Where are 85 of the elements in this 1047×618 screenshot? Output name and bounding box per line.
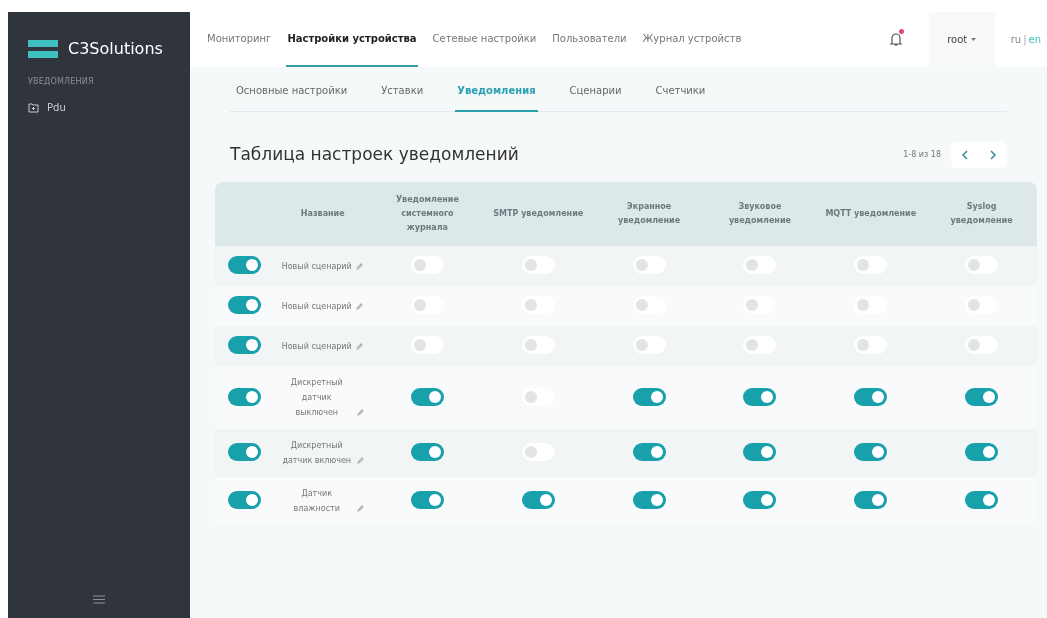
edit-icon[interactable] [354, 341, 364, 351]
toggle-switch[interactable] [227, 387, 261, 406]
caret-icon [971, 38, 977, 41]
toggle-switch[interactable] [521, 336, 555, 354]
toggle-switch[interactable] [410, 491, 444, 509]
tab[interactable]: Счетчики [653, 79, 708, 112]
toggle-switch[interactable] [854, 256, 888, 274]
nav-tab[interactable]: Сетевые настройки [431, 12, 538, 67]
toggle-switch[interactable] [743, 387, 777, 406]
toggle-switch[interactable] [632, 491, 666, 509]
toggle-switch[interactable] [410, 336, 444, 354]
toggle-switch[interactable] [965, 387, 999, 406]
toggle-switch[interactable] [632, 296, 666, 314]
tab[interactable]: Основные настройки [234, 79, 350, 112]
tab[interactable]: Уведомления [455, 79, 538, 112]
nav-tab[interactable]: Пользователи [551, 12, 628, 67]
section-label: УВЕДОМЛЕНИЯ [27, 76, 95, 88]
nav-tab[interactable]: Настройки устройства [286, 12, 418, 67]
toggle-switch[interactable] [410, 387, 444, 406]
column-header: SMTP уведомление [482, 182, 594, 246]
edit-icon[interactable] [355, 504, 365, 513]
edit-icon[interactable] [354, 301, 364, 311]
toggle-switch[interactable] [965, 256, 999, 274]
column-header: Уведомление системного журнала [372, 182, 483, 246]
nav-tab[interactable]: Мониторинг [206, 12, 273, 67]
pagination-text: 1-8 из 18 [903, 149, 941, 161]
toggle-switch[interactable] [521, 491, 555, 509]
edit-icon[interactable] [355, 408, 365, 417]
edit-icon[interactable] [354, 261, 364, 271]
toggle-switch[interactable] [743, 491, 777, 509]
toggle-switch[interactable] [743, 296, 777, 314]
tab[interactable]: Сценарии [567, 79, 624, 112]
toggle-switch[interactable] [965, 296, 999, 314]
scenario-name: Новый сценарий [281, 340, 352, 353]
toggle-switch[interactable] [965, 443, 999, 461]
toggle-switch[interactable] [743, 256, 777, 274]
toggle-switch[interactable] [227, 491, 261, 509]
toggle-switch[interactable] [854, 387, 888, 406]
chevron-left-icon [961, 150, 969, 160]
menu-button[interactable] [93, 595, 105, 604]
toggle-switch[interactable] [632, 387, 666, 406]
toggle-switch[interactable] [854, 491, 888, 509]
chevron-right-icon [989, 150, 997, 160]
toggle-switch[interactable] [632, 443, 666, 461]
toggle-switch[interactable] [227, 443, 261, 461]
toggle-switch[interactable] [854, 336, 888, 354]
toggle-switch[interactable] [521, 296, 555, 314]
column-header: Название [273, 182, 372, 246]
toggle-switch[interactable] [854, 296, 888, 314]
logo-icon [28, 40, 58, 58]
column-header: Экранное уведомление [593, 182, 705, 246]
scenario-name: Дискретный датчик включен [281, 440, 353, 467]
logo-text: C3Solutions [68, 38, 163, 60]
toggle-switch[interactable] [743, 336, 777, 354]
tab[interactable]: Уставки [379, 79, 426, 112]
toggle-switch[interactable] [854, 443, 888, 461]
toggle-switch[interactable] [521, 443, 555, 461]
toggle-switch[interactable] [410, 256, 444, 274]
toggle-switch[interactable] [410, 296, 444, 314]
user-menu[interactable]: root [928, 12, 995, 67]
sidebar-item[interactable]: Pdu [8, 88, 190, 115]
table-title: Таблица настроек уведомлений [230, 143, 519, 167]
scenario-name: Дискретный датчик выключен [289, 377, 344, 419]
scenario-name: Новый сценарий [281, 300, 352, 313]
toggle-switch[interactable] [410, 443, 444, 461]
toggle-switch[interactable] [521, 256, 555, 274]
column-header: MQTT уведомление [815, 182, 927, 246]
edit-icon[interactable] [355, 456, 365, 465]
language-link[interactable]: ru [1010, 32, 1022, 47]
toggle-switch[interactable] [965, 491, 999, 509]
toggle-switch[interactable] [743, 443, 777, 461]
folder-icon [28, 102, 39, 113]
scenario-name: Датчик влажности [292, 488, 341, 515]
toggle-switch[interactable] [632, 336, 666, 354]
column-header: Syslog уведомление [926, 182, 1037, 246]
toggle-switch[interactable] [965, 336, 999, 354]
separator: | [1023, 33, 1027, 47]
toggle-switch[interactable] [227, 296, 261, 314]
toggle-switch[interactable] [521, 387, 555, 406]
scenario-name: Новый сценарий [281, 260, 352, 273]
toggle-switch[interactable] [227, 256, 261, 274]
nav-tab[interactable]: Журнал устройств [641, 12, 743, 67]
toggle-switch[interactable] [632, 256, 666, 274]
column-header: Звуковое уведомление [704, 182, 816, 246]
toggle-switch[interactable] [227, 336, 261, 354]
